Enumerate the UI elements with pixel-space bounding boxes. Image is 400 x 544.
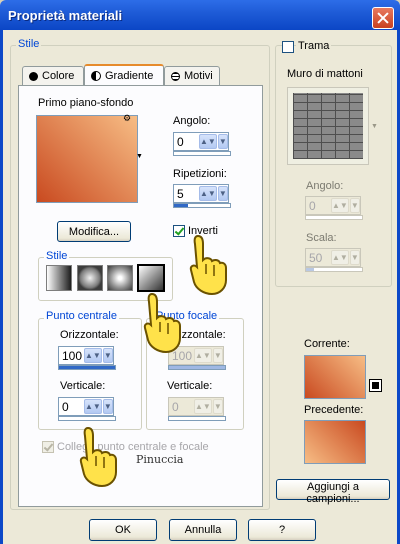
texture-preview-frame[interactable] bbox=[287, 87, 369, 165]
tab-motivi-label: Motivi bbox=[184, 70, 213, 82]
spin-arrows-icon[interactable]: ▲▼ bbox=[331, 198, 349, 213]
sunburst-style-button[interactable] bbox=[107, 265, 133, 291]
spin-arrows-icon[interactable]: ▲▼ bbox=[199, 186, 217, 201]
repeat-slider[interactable] bbox=[173, 203, 231, 208]
angle-spinner[interactable]: ▲▼▼ bbox=[173, 132, 229, 151]
half-circle-icon bbox=[91, 70, 101, 81]
dropdown-arrow-icon[interactable]: ▼ bbox=[102, 399, 113, 414]
tab-colore-label: Colore bbox=[42, 70, 75, 82]
gradient-preview[interactable] bbox=[36, 115, 138, 203]
focal-v-slider[interactable] bbox=[168, 416, 226, 421]
tab-gradiente[interactable]: Gradiente bbox=[84, 64, 164, 85]
previous-label: Precedente: bbox=[304, 404, 364, 416]
spin-arrows-icon[interactable]: ▲▼ bbox=[331, 250, 349, 265]
pointing-hand-icon bbox=[79, 426, 117, 488]
current-label: Corrente: bbox=[304, 338, 350, 350]
trama-label: Trama bbox=[296, 40, 332, 52]
dropdown-arrow-icon[interactable]: ▼ bbox=[212, 399, 223, 414]
focal-v-label: Verticale: bbox=[167, 380, 213, 392]
previous-material-swatch[interactable] bbox=[304, 420, 366, 464]
gradient-preview-label: Primo piano-sfondo bbox=[38, 97, 134, 109]
dropdown-arrow-icon[interactable]: ▼ bbox=[349, 250, 360, 265]
invert-checkbox[interactable] bbox=[173, 225, 185, 237]
spin-arrows-icon[interactable]: ▲▼ bbox=[84, 348, 102, 363]
gear-icon[interactable]: ⚙ bbox=[123, 113, 131, 124]
dropdown-arrow-icon[interactable]: ▼ bbox=[217, 186, 228, 201]
angle-slider[interactable] bbox=[173, 151, 231, 156]
center-h-label: Orizzontale: bbox=[60, 329, 119, 341]
link-points-checkbox[interactable] bbox=[42, 441, 54, 453]
dropdown-arrow-icon[interactable]: ▼ bbox=[212, 348, 223, 363]
help-button[interactable]: ? bbox=[248, 519, 316, 541]
dropdown-arrow-icon[interactable]: ▼ bbox=[349, 198, 360, 213]
focal-v-spinner[interactable]: ▲▼▼ bbox=[168, 397, 224, 416]
watermark-text: Pinuccia bbox=[136, 453, 184, 466]
radial-style-button[interactable] bbox=[137, 264, 165, 292]
center-v-label: Verticale: bbox=[60, 380, 106, 392]
brick-texture-preview bbox=[293, 93, 363, 159]
rectangular-style-button[interactable] bbox=[77, 265, 103, 291]
window-title: Proprietà materiali bbox=[8, 8, 123, 23]
dropdown-arrow-icon[interactable]: ▼ bbox=[102, 348, 113, 363]
texture-angle-slider[interactable] bbox=[305, 215, 363, 220]
circle-icon bbox=[29, 71, 38, 81]
pointing-hand-icon bbox=[143, 292, 181, 354]
spin-arrows-icon[interactable]: ▲▼ bbox=[84, 399, 102, 414]
spin-arrows-icon[interactable]: ▲▼ bbox=[194, 399, 212, 414]
chevron-down-icon[interactable]: ▼ bbox=[136, 153, 143, 160]
current-material-swatch[interactable] bbox=[304, 355, 366, 399]
swap-icon[interactable] bbox=[369, 379, 382, 392]
texture-scale-label: Scala: bbox=[306, 232, 337, 244]
focal-h-slider[interactable] bbox=[168, 365, 226, 370]
spin-arrows-icon[interactable]: ▲▼ bbox=[199, 134, 217, 149]
linear-style-button[interactable] bbox=[46, 265, 72, 291]
tab-motivi[interactable]: Motivi bbox=[164, 66, 220, 85]
texture-angle-label: Angolo: bbox=[306, 180, 344, 192]
window-frame-left bbox=[0, 30, 3, 544]
tab-colore[interactable]: Colore bbox=[22, 66, 84, 85]
tab-gradiente-label: Gradiente bbox=[105, 69, 154, 82]
cancel-button[interactable]: Annulla bbox=[169, 519, 237, 541]
style-group-label: Stile bbox=[44, 250, 70, 262]
texture-name: Muro di mattoni bbox=[287, 68, 363, 80]
spin-arrows-icon[interactable]: ▲▼ bbox=[194, 348, 212, 363]
texture-angle-spinner[interactable]: ▲▼▼ bbox=[305, 196, 361, 215]
center-v-spinner[interactable]: ▲▼▼ bbox=[58, 397, 114, 416]
center-h-spinner[interactable]: ▲▼▼ bbox=[58, 346, 114, 365]
close-button[interactable] bbox=[372, 7, 394, 29]
add-to-swatches-button[interactable]: Aggiungi a campioni... bbox=[276, 479, 390, 505]
repeat-spinner[interactable]: ▲▼▼ bbox=[173, 184, 229, 203]
dropdown-arrow-icon[interactable]: ▼ bbox=[217, 134, 228, 149]
center-h-slider[interactable] bbox=[58, 365, 116, 370]
title-bar: Proprietà materiali bbox=[0, 0, 400, 30]
stile-group-label: Stile bbox=[16, 38, 42, 50]
texture-scale-slider[interactable] bbox=[305, 267, 363, 272]
repeat-label: Ripetizioni: bbox=[173, 168, 227, 180]
center-point-label: Punto centrale bbox=[44, 310, 119, 322]
pointing-hand-icon bbox=[189, 234, 227, 296]
center-v-slider[interactable] bbox=[58, 416, 116, 421]
ok-button[interactable]: OK bbox=[89, 519, 157, 541]
pattern-icon bbox=[171, 71, 180, 81]
texture-scale-spinner[interactable]: ▲▼▼ bbox=[305, 248, 361, 267]
trama-checkbox[interactable] bbox=[282, 41, 294, 53]
angle-label: Angolo: bbox=[173, 115, 211, 127]
chevron-down-icon[interactable]: ▼ bbox=[371, 123, 378, 130]
modify-button[interactable]: Modifica... bbox=[57, 221, 131, 242]
